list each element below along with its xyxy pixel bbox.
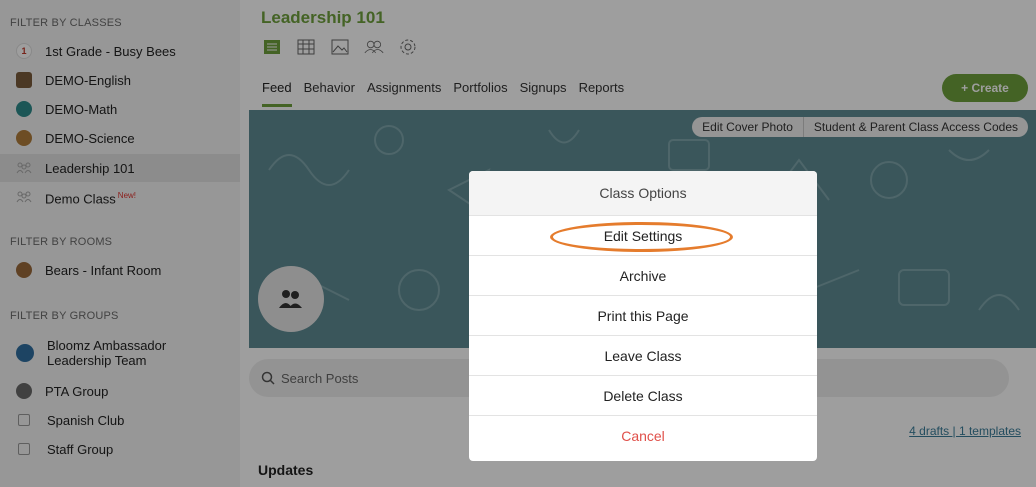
delete-class-option[interactable]: Delete Class: [469, 376, 817, 416]
cancel-option[interactable]: Cancel: [469, 416, 817, 456]
archive-option[interactable]: Archive: [469, 256, 817, 296]
print-page-option[interactable]: Print this Page: [469, 296, 817, 336]
highlight-annotation: [550, 222, 733, 252]
edit-settings-option[interactable]: Edit Settings: [469, 216, 817, 256]
modal-title: Class Options: [469, 171, 817, 216]
class-options-modal: Class Options Edit Settings Archive Prin…: [469, 171, 817, 461]
leave-class-option[interactable]: Leave Class: [469, 336, 817, 376]
